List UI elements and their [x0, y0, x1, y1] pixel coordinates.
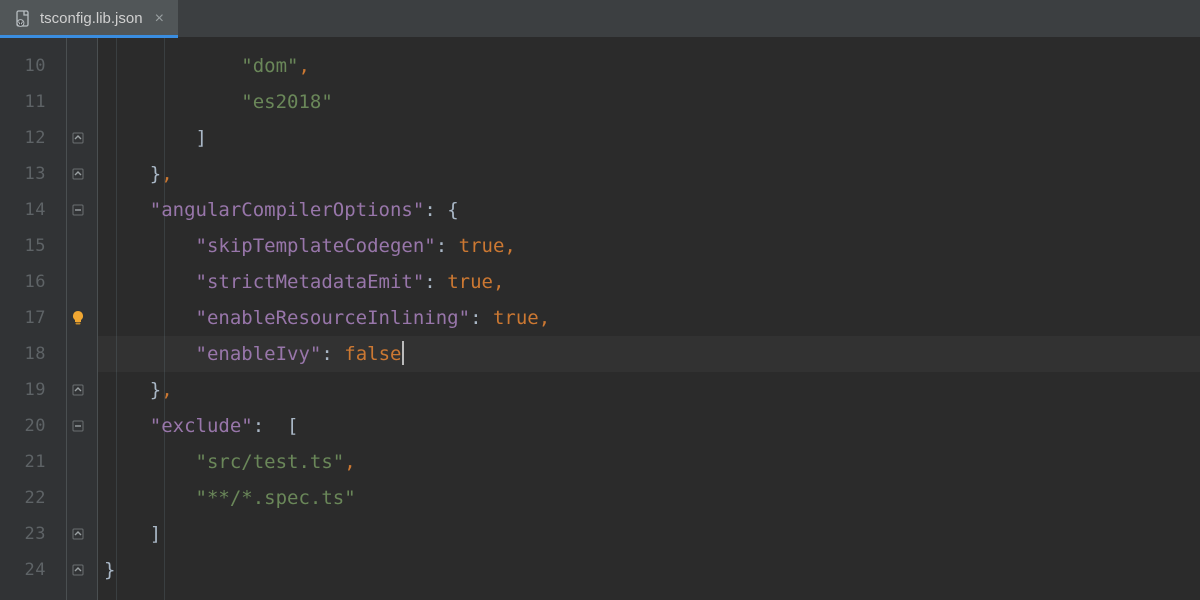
token-plain: } — [150, 163, 161, 185]
line-number: 12 — [0, 120, 58, 156]
line-number: 24 — [0, 552, 58, 588]
token-plain: : — [424, 271, 447, 293]
token-punct: , — [298, 55, 309, 77]
token-str: "**/*.spec.ts" — [196, 487, 356, 509]
fold-toggle-icon[interactable] — [58, 552, 98, 588]
line-number: 21 — [0, 444, 58, 480]
code-area[interactable]: "dom", "es2018" ] }, "angularCompilerOpt… — [98, 38, 1200, 600]
token-plain: : — [321, 343, 344, 365]
token-punct: , — [493, 271, 504, 293]
token-punct: , — [539, 307, 550, 329]
code-line[interactable]: } — [98, 552, 1200, 588]
line-number: 20 — [0, 408, 58, 444]
line-number: 22 — [0, 480, 58, 516]
code-line[interactable]: }, — [98, 156, 1200, 192]
token-bool: true — [459, 235, 505, 257]
fold-toggle-icon[interactable] — [58, 372, 98, 408]
code-line[interactable]: }, — [98, 372, 1200, 408]
line-number: 23 — [0, 516, 58, 552]
gutter-cell — [58, 480, 98, 516]
close-icon[interactable]: × — [155, 10, 164, 28]
json-file-icon — [14, 10, 32, 28]
fold-toggle-icon[interactable] — [58, 120, 98, 156]
token-bool: false — [344, 343, 401, 365]
code-line[interactable]: ] — [98, 516, 1200, 552]
code-line[interactable]: "exclude": [ — [98, 408, 1200, 444]
tab-tsconfig-lib-json[interactable]: tsconfig.lib.json × — [0, 0, 178, 37]
token-plain: : [ — [253, 415, 299, 437]
tab-bar: tsconfig.lib.json × — [0, 0, 1200, 38]
token-key: "enableIvy" — [196, 343, 322, 365]
intention-bulb-icon[interactable] — [58, 300, 98, 336]
token-str: "src/test.ts" — [196, 451, 345, 473]
token-punct: , — [344, 451, 355, 473]
gutter-cell — [58, 84, 98, 120]
line-number: 17 — [0, 300, 58, 336]
editor[interactable]: 101112131415161718192021222324 "dom", "e… — [0, 38, 1200, 600]
code-line[interactable]: "**/*.spec.ts" — [98, 480, 1200, 516]
token-punct: , — [504, 235, 515, 257]
token-bool: true — [493, 307, 539, 329]
token-key: "enableResourceInlining" — [196, 307, 471, 329]
gutter-cell — [58, 228, 98, 264]
code-line[interactable]: "src/test.ts", — [98, 444, 1200, 480]
token-plain: ] — [196, 127, 207, 149]
line-number: 16 — [0, 264, 58, 300]
token-plain: : — [470, 307, 493, 329]
token-str: "dom" — [241, 55, 298, 77]
line-number: 11 — [0, 84, 58, 120]
line-number: 15 — [0, 228, 58, 264]
gutter-cell — [58, 264, 98, 300]
code-line[interactable]: "angularCompilerOptions": { — [98, 192, 1200, 228]
token-punct: , — [161, 163, 172, 185]
line-number-gutter: 101112131415161718192021222324 — [0, 38, 58, 600]
token-plain: ] — [150, 523, 161, 545]
token-key: "skipTemplateCodegen" — [196, 235, 436, 257]
gutter-cell — [58, 444, 98, 480]
line-number: 10 — [0, 48, 58, 84]
gutter-cell — [58, 336, 98, 372]
code-line[interactable]: "es2018" — [98, 84, 1200, 120]
fold-toggle-icon[interactable] — [58, 192, 98, 228]
line-number: 19 — [0, 372, 58, 408]
token-key: "strictMetadataEmit" — [196, 271, 425, 293]
code-line[interactable]: "dom", — [98, 48, 1200, 84]
fold-toggle-icon[interactable] — [58, 408, 98, 444]
token-plain: } — [104, 559, 115, 581]
token-punct: , — [161, 379, 172, 401]
fold-toggle-icon[interactable] — [58, 516, 98, 552]
token-plain: : { — [424, 199, 458, 221]
gutter-cell — [58, 48, 98, 84]
code-line[interactable]: ] — [98, 120, 1200, 156]
token-plain: } — [150, 379, 161, 401]
tab-filename: tsconfig.lib.json — [40, 10, 143, 27]
icon-gutter — [58, 38, 98, 600]
code-line[interactable]: "enableResourceInlining": true, — [98, 300, 1200, 336]
line-number: 18 — [0, 336, 58, 372]
line-number: 14 — [0, 192, 58, 228]
token-key: "angularCompilerOptions" — [150, 199, 425, 221]
line-number: 13 — [0, 156, 58, 192]
code-line[interactable]: "strictMetadataEmit": true, — [98, 264, 1200, 300]
text-caret — [402, 341, 404, 365]
code-line[interactable]: "skipTemplateCodegen": true, — [98, 228, 1200, 264]
token-plain: : — [436, 235, 459, 257]
fold-toggle-icon[interactable] — [58, 156, 98, 192]
code-line[interactable]: "enableIvy": false — [98, 336, 1200, 372]
token-key: "exclude" — [150, 415, 253, 437]
token-str: "es2018" — [241, 91, 333, 113]
token-bool: true — [447, 271, 493, 293]
